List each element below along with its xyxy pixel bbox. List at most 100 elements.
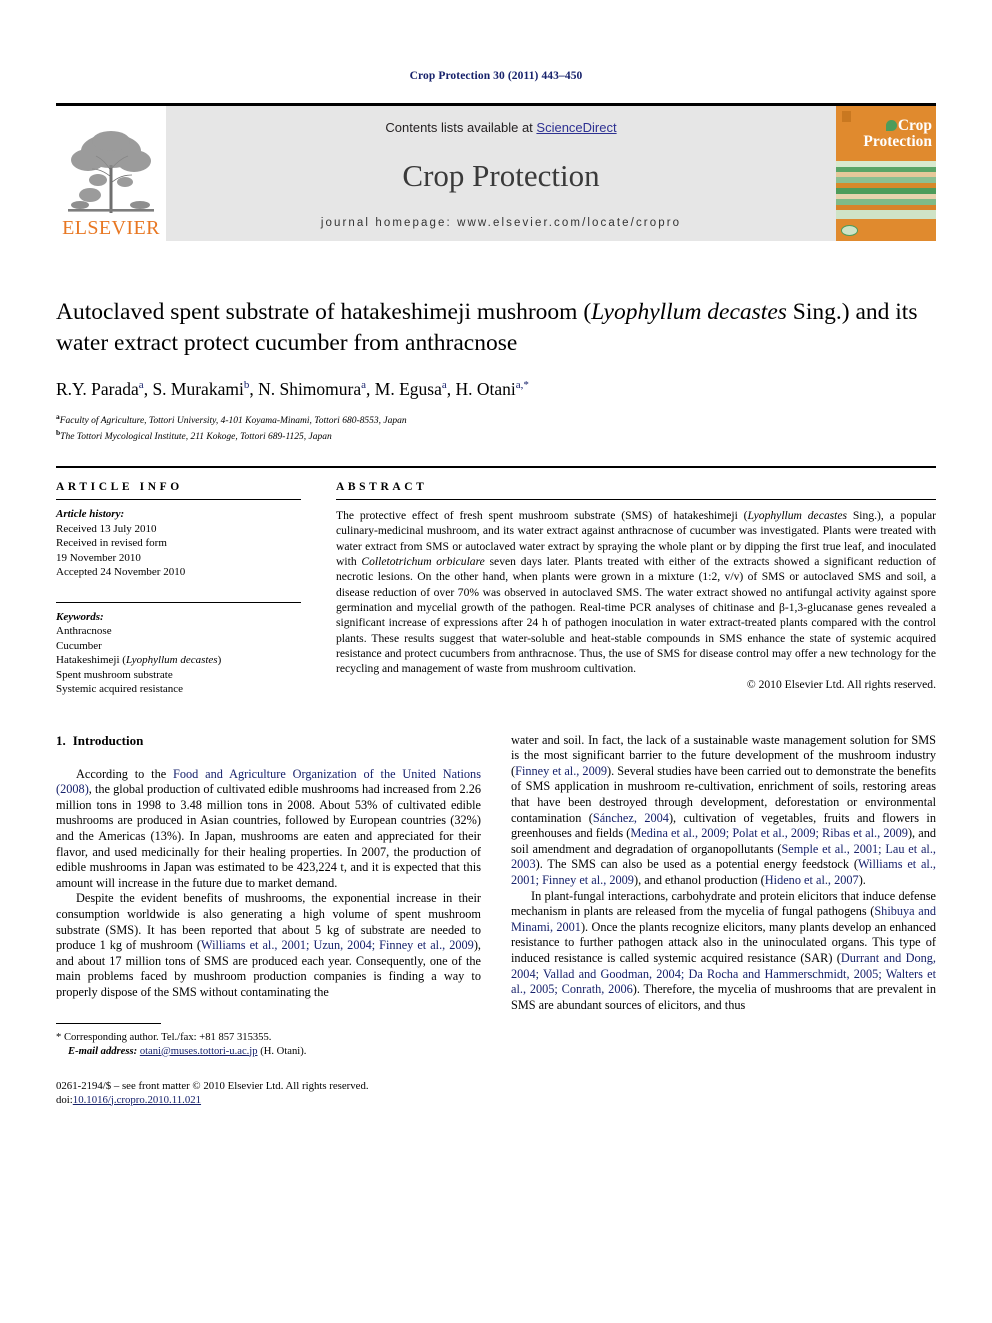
affiliation-item: bThe Tottori Mycological Institute, 211 … [56, 427, 936, 444]
keyword-item: Spent mushroom substrate [56, 668, 173, 681]
keyword-prefix: Hatakeshimeji ( [56, 654, 126, 667]
elsevier-logo: ELSEVIER [56, 106, 166, 241]
article-info-heading: ARTICLE INFO [56, 481, 183, 494]
text-seg: ). [858, 872, 866, 887]
text-seg: In plant-fungal interactions, carbohydra… [511, 888, 936, 919]
text-seg: ). The SMS can also be used as a potenti… [535, 857, 858, 872]
running-head: Crop Protection 30 (2011) 443–450 [409, 70, 583, 82]
contents-lists-line: Contents lists available at ScienceDirec… [385, 120, 616, 135]
paragraph: According to the Food and Agriculture Or… [56, 767, 481, 892]
journal-cover-thumbnail: Crop Protection [836, 106, 936, 241]
keyword-suffix: ) [217, 654, 222, 667]
journal-homepage-line[interactable]: journal homepage: www.elsevier.com/locat… [321, 217, 681, 229]
cover-title-line2: Protection [863, 132, 932, 150]
article-info-rule [56, 499, 301, 501]
info-top-rule [56, 466, 936, 469]
text-seg: , the global production of cultivated ed… [56, 782, 481, 890]
paragraph: Despite the evident benefits of mushroom… [56, 891, 481, 1000]
author-list: R.Y. Paradaa, S. Murakamib, N. Shimomura… [56, 378, 529, 399]
corresponding-author-note: * Corresponding author. Tel./fax: +81 85… [56, 1031, 272, 1043]
abstract-seg-1: The protective effect of fresh spent mus… [336, 509, 748, 523]
article-info-column: ARTICLE INFO Article history: Received 1… [56, 481, 301, 697]
elsevier-wordmark: ELSEVIER [62, 217, 160, 239]
affiliation-text: The Tottori Mycological Institute, 211 K… [60, 432, 332, 443]
author-affil-marker: a [441, 379, 447, 391]
doi-link[interactable]: 10.1016/j.cropro.2010.11.021 [73, 1094, 201, 1106]
sciencedirect-link[interactable]: ScienceDirect [536, 120, 616, 135]
abstract-column: ABSTRACT The protective effect of fresh … [336, 481, 936, 697]
citation-reference[interactable]: Hideno et al., 2007 [765, 873, 859, 887]
cover-title-line1: Crop [897, 117, 932, 134]
author-name: H. Otani [455, 378, 516, 399]
keywords-label: Keywords: [56, 610, 104, 623]
body-column-right: water and soil. In fact, the lack of a s… [511, 733, 936, 1107]
elsevier-tree-icon [62, 125, 160, 217]
keywords-body: Keywords: Anthracnose Cucumber Hatakeshi… [56, 610, 301, 697]
title-part-1: Autoclaved spent substrate of hatakeshim… [56, 299, 592, 325]
citation-reference[interactable]: Medina et al., 2009; Polat et al., 2009;… [630, 826, 908, 840]
keyword-item: Hatakeshimeji (Lyophyllum decastes) [56, 653, 301, 668]
section-heading-introduction: 1. Introduction [56, 733, 481, 749]
paragraph: water and soil. In fact, the lack of a s… [511, 733, 936, 889]
title-species-name: Lyophyllum decastes [591, 299, 787, 325]
body-columns: 1. Introduction According to the Food and… [56, 733, 936, 1107]
paragraph: In plant-fungal interactions, carbohydra… [511, 889, 936, 1014]
email-attribution: (H. Otani). [260, 1045, 307, 1057]
author-affil-marker: a [138, 379, 144, 391]
author-affil-marker: a [361, 379, 367, 391]
abstract-species-1: Lyophyllum decastes [747, 509, 848, 523]
keyword-item: Cucumber [56, 639, 102, 652]
affiliation-item: aFaculty of Agriculture, Tottori Univers… [56, 411, 936, 428]
history-line: Received 13 July 2010 [56, 522, 157, 535]
text-seg: ), and ethanol production ( [633, 872, 765, 887]
keywords-block: Keywords: Anthracnose Cucumber Hatakeshi… [56, 601, 301, 697]
keywords-rule [56, 601, 301, 603]
info-abstract-row: ARTICLE INFO Article history: Received 1… [56, 481, 936, 697]
author-affil-marker: b [243, 379, 250, 391]
cover-title: Crop Protection [843, 118, 932, 149]
history-line: Accepted 24 November 2010 [56, 566, 186, 579]
footnote-rule [56, 1022, 161, 1024]
page-title: Autoclaved spent substrate of hatakeshim… [56, 297, 936, 359]
cover-stripe-group [836, 161, 936, 219]
author-name: N. Shimomura [258, 378, 362, 399]
doi-line: doi:10.1016/j.cropro.2010.11.021 [56, 1093, 481, 1107]
abstract-seg-3: seven days later. Plants treated with ei… [336, 555, 936, 676]
abstract-rule [336, 499, 936, 501]
article-history-label: Article history: [56, 508, 125, 521]
citation-reference[interactable]: Finney et al., 2009 [515, 764, 607, 778]
society-seal-icon [841, 224, 858, 236]
author-name: R.Y. Parada [56, 378, 139, 399]
author-affil-marker: a,* [515, 379, 529, 391]
author-name: S. Murakami [152, 378, 244, 399]
abstract-species-2: Colletotrichum orbiculare [361, 555, 485, 569]
affiliation-text: Faculty of Agriculture, Tottori Universi… [59, 415, 407, 426]
email-label: E-mail address: [68, 1045, 138, 1057]
doi-label: doi: [56, 1093, 73, 1106]
abstract-heading: ABSTRACT [336, 481, 428, 494]
section-number: 1. [56, 732, 66, 748]
keyword-item: Systemic acquired resistance [56, 683, 184, 696]
title-block: Autoclaved spent substrate of hatakeshim… [56, 297, 936, 444]
text-seg: According to the [76, 766, 174, 781]
imprint-block: 0261-2194/$ – see front matter © 2010 El… [56, 1079, 481, 1107]
abstract-text: The protective effect of fresh spent mus… [336, 508, 936, 676]
affiliation-list: aFaculty of Agriculture, Tottori Univers… [56, 411, 936, 444]
abstract-copyright: © 2010 Elsevier Ltd. All rights reserved… [746, 678, 936, 692]
keyword-item: Anthracnose [56, 625, 112, 638]
leaf-icon [885, 120, 897, 131]
body-column-left: 1. Introduction According to the Food and… [56, 733, 481, 1107]
cover-footer-text [862, 228, 863, 231]
citation-reference[interactable]: Sánchez, 2004 [593, 811, 669, 825]
article-history-block: Article history: Received 13 July 2010 R… [56, 507, 301, 580]
history-line: Received in revised form [56, 537, 167, 550]
citation-reference[interactable]: Williams et al., 2001; Uzun, 2004; Finne… [201, 938, 474, 952]
email-link[interactable]: otani@muses.tottori-u.ac.jp [140, 1046, 258, 1057]
contents-prefix: Contents lists available at [385, 120, 537, 135]
journal-header-center: Contents lists available at ScienceDirec… [166, 106, 836, 241]
history-line: 19 November 2010 [56, 551, 141, 564]
cover-footer [836, 219, 936, 241]
article-page: Crop Protection 30 (2011) 443–450 ELSEVI… [0, 0, 992, 1323]
author-name: M. Egusa [374, 378, 442, 399]
journal-header-band: ELSEVIER Contents lists available at Sci… [56, 103, 936, 241]
